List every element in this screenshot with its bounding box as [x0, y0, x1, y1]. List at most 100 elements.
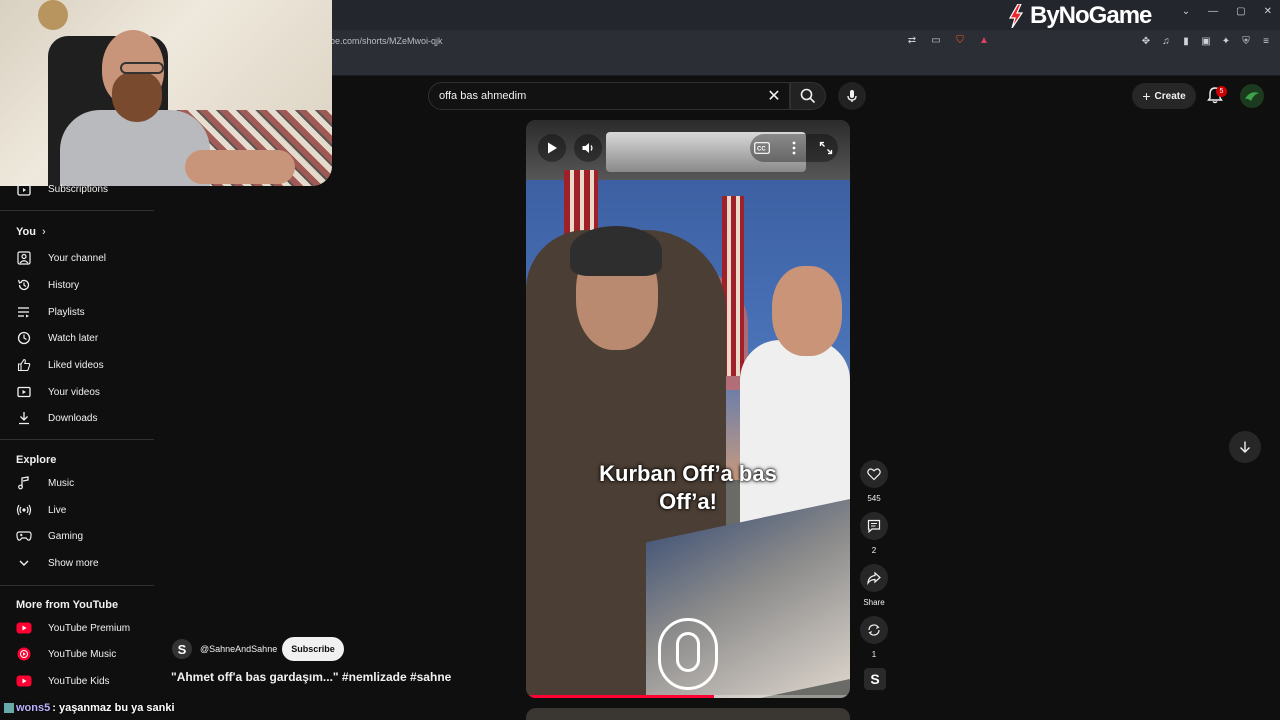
closed-captions-icon: CC	[754, 142, 770, 154]
window-controls: ⌄ — ▢ ✕	[1182, 6, 1272, 17]
sidebar-item-gaming[interactable]: Gaming	[0, 523, 154, 549]
account-avatar[interactable]	[1240, 84, 1264, 108]
create-button[interactable]: + Create	[1132, 83, 1196, 109]
more-from-youtube-heading: More from YouTube	[16, 599, 119, 611]
arrow-down-icon	[1240, 441, 1250, 453]
menu-icon[interactable]: ≡	[1258, 33, 1274, 49]
subscribe-button[interactable]: Subscribe	[282, 637, 344, 661]
sidebar-item-playlists[interactable]: Playlists	[0, 299, 154, 325]
like-button[interactable]	[860, 460, 888, 488]
sidebar-item-watch-later[interactable]: Watch later	[0, 325, 154, 351]
expand-icon	[819, 141, 833, 155]
notification-badge: 5	[1216, 86, 1227, 97]
sidebar-item-your-channel[interactable]: Your channel	[0, 245, 154, 271]
comment-count: 2	[871, 546, 877, 555]
sidebar-item-label: Playlists	[48, 306, 85, 318]
sidebar-item-liked-videos[interactable]: Liked videos	[0, 352, 154, 378]
history-icon	[16, 277, 32, 293]
channel-avatar[interactable]: S	[172, 639, 192, 659]
microphone-icon	[847, 90, 857, 102]
volume-button[interactable]	[574, 134, 602, 162]
video-person-left-hair	[570, 226, 662, 276]
sidebar-item-label: Your videos	[48, 386, 100, 398]
yt-premium-icon	[16, 620, 32, 636]
you-heading[interactable]: You ›	[16, 226, 46, 238]
share-button[interactable]	[860, 564, 888, 592]
ai-sparkle-icon[interactable]: ✦	[1218, 33, 1234, 49]
search-icon	[800, 88, 816, 104]
cast-icon[interactable]: ▭	[929, 33, 943, 47]
sidebar-item-music[interactable]: Music	[0, 470, 154, 496]
watermark-microphone-icon	[676, 632, 700, 672]
sidebar-item-label: Gaming	[48, 530, 84, 542]
sidebar-item-label: YouTube Premium	[48, 622, 131, 634]
play-button[interactable]	[538, 134, 566, 162]
music-icon[interactable]: ♫	[1158, 33, 1174, 49]
playlist-icon	[16, 304, 32, 320]
download-icon	[16, 410, 32, 426]
yt-kids-icon	[16, 673, 32, 689]
sound-channel-thumbnail[interactable]: S	[864, 668, 886, 690]
comment-button[interactable]	[860, 512, 888, 540]
minimize-icon[interactable]: —	[1208, 6, 1218, 17]
remix-count: 1	[871, 650, 877, 659]
sidebar-item-label: YouTube Music	[48, 648, 117, 660]
thumbs-up-icon	[16, 357, 32, 373]
sidebar: Subscriptions You › Your channel History…	[0, 184, 154, 720]
sidebar-item-label: History	[48, 279, 80, 291]
like-action: 545	[860, 460, 888, 503]
sidebar-item-your-videos[interactable]: Your videos	[0, 379, 154, 405]
share-label: Share	[863, 598, 885, 607]
close-window-icon[interactable]: ✕	[1264, 6, 1272, 17]
video-title[interactable]: "Ahmet off'a bas gardaşım..." #nemlizade…	[171, 670, 451, 684]
video-progress-fill	[526, 695, 714, 698]
sidebar-item-show-more[interactable]: Show more	[0, 550, 154, 576]
sidebar-item-label: YouTube Kids	[48, 675, 110, 687]
rewards-triangle-icon[interactable]: ▲	[977, 33, 991, 47]
shorts-video-player[interactable]: Kurban Off’a bas Off’a! CC	[526, 120, 850, 698]
captions-button[interactable]: CC	[748, 134, 776, 162]
remix-button[interactable]	[860, 616, 888, 644]
search-input[interactable]	[439, 90, 739, 102]
green-swirl-icon	[1245, 92, 1259, 101]
subscriptions-icon	[16, 181, 32, 197]
vpn-shield-icon[interactable]: ⛨	[1238, 33, 1254, 49]
gamepad-icon	[16, 528, 32, 544]
sidebar-item-subscriptions[interactable]: Subscriptions	[0, 176, 154, 202]
clear-search-icon[interactable]: ✕	[764, 86, 784, 106]
channel-handle[interactable]: @SahneAndSahne	[200, 644, 277, 654]
sidebar-item-youtube-premium[interactable]: YouTube Premium	[0, 615, 154, 641]
video-progress-bar[interactable]	[526, 695, 850, 698]
sidebar-item-live[interactable]: Live	[0, 497, 154, 523]
fullscreen-button[interactable]	[812, 134, 840, 162]
remix-icon	[868, 624, 880, 636]
shield-brave-icon[interactable]: ⛉	[953, 33, 967, 47]
sidebar-toggle-icon[interactable]: ▮	[1178, 33, 1194, 49]
sidebar-item-label: Music	[48, 477, 75, 489]
person-icon	[16, 250, 32, 266]
bynogame-logo-icon	[1008, 4, 1024, 28]
next-short-button[interactable]	[1229, 431, 1261, 463]
streamer-beard	[112, 72, 162, 122]
next-short-preview[interactable]	[526, 708, 850, 720]
dropdown-icon[interactable]: ⌄	[1182, 6, 1190, 17]
more-options-button[interactable]	[780, 134, 808, 162]
play-icon	[548, 142, 557, 154]
sidebar-item-label: Subscriptions	[48, 183, 109, 195]
sidebar-item-downloads[interactable]: Downloads	[0, 405, 154, 431]
chevron-down-icon	[16, 555, 32, 571]
puzzle-icon[interactable]: ✥	[1138, 33, 1154, 49]
sidebar-item-history[interactable]: History	[0, 272, 154, 298]
voice-search-button[interactable]	[838, 82, 866, 110]
more-vert-icon	[792, 141, 796, 155]
sidebar-item-youtube-kids[interactable]: YouTube Kids	[0, 668, 154, 694]
bynogame-text: ByNoGame	[1030, 2, 1152, 29]
wallet-icon[interactable]: ▣	[1198, 33, 1214, 49]
svg-text:CC: CC	[757, 147, 766, 153]
sidebar-item-label: Watch later	[48, 332, 99, 344]
sidebar-item-youtube-music[interactable]: YouTube Music	[0, 641, 154, 667]
chat-text: : yaşanmaz bu ya sanki	[52, 702, 175, 714]
maximize-icon[interactable]: ▢	[1236, 6, 1245, 17]
translate-icon[interactable]: ⇄	[905, 33, 919, 47]
search-button[interactable]	[790, 82, 826, 110]
